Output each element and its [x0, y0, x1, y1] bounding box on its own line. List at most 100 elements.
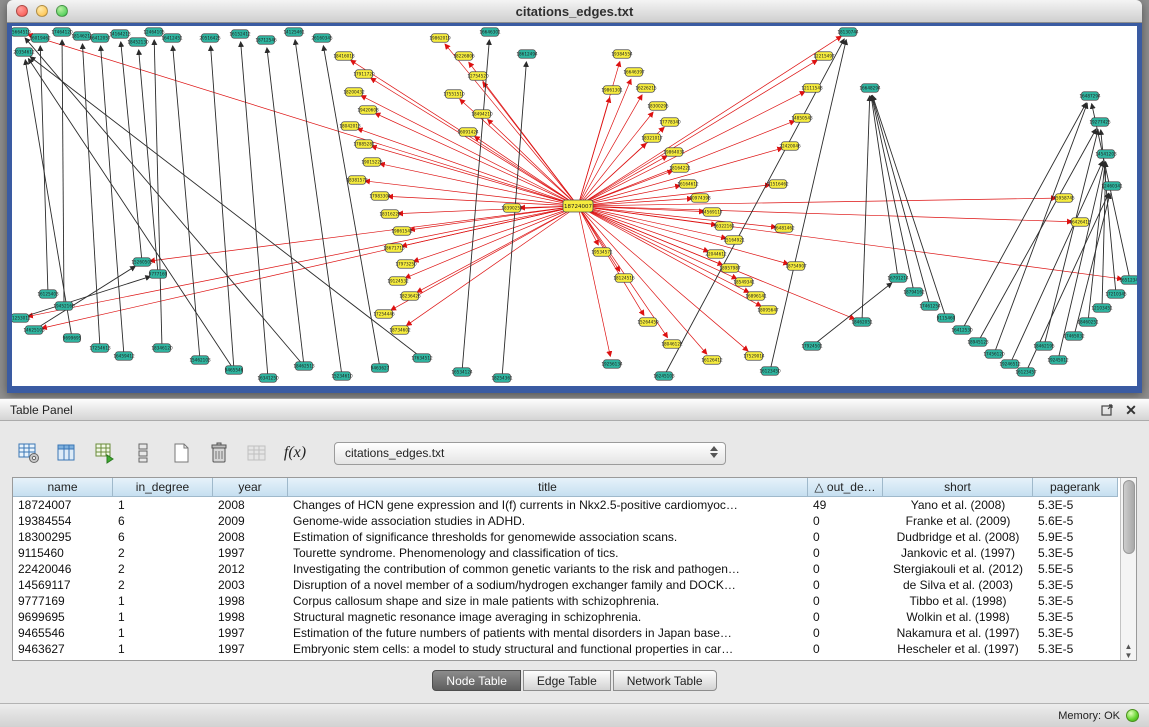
graph-node[interactable]: 16646397: [623, 68, 645, 77]
graph-node[interactable]: 14125461: [283, 28, 305, 37]
memory-status-icon[interactable]: [1126, 709, 1139, 722]
graph-node[interactable]: 14569117: [701, 208, 723, 217]
graph-node[interactable]: 14164213: [109, 30, 131, 39]
graph-node[interactable]: 18462513: [293, 362, 315, 371]
graph-node[interactable]: 19861301: [601, 86, 623, 95]
graph-node[interactable]: 18321017: [641, 134, 663, 143]
graph-node[interactable]: 20516425: [199, 34, 221, 43]
graph-edge[interactable]: [1044, 130, 1098, 346]
graph-node[interactable]: 9777169: [149, 270, 168, 279]
graph-node[interactable]: 16245103: [653, 372, 675, 381]
graph-node[interactable]: 18671713: [383, 244, 405, 253]
graph-node[interactable]: 19861542: [391, 227, 413, 236]
graph-node[interactable]: 14850543: [791, 114, 813, 123]
graph-edge[interactable]: [62, 40, 64, 306]
graph-node[interactable]: 18754907: [785, 262, 807, 271]
graph-node[interactable]: 12460341: [1101, 182, 1123, 191]
tab-network-table[interactable]: Network Table: [613, 670, 717, 691]
network-view[interactable]: 1872400718416018179117201820043219420608…: [12, 26, 1137, 386]
graph-edge[interactable]: [417, 206, 578, 292]
zoom-window-button[interactable]: [56, 5, 68, 17]
graph-node[interactable]: 18226806: [453, 52, 475, 61]
graph-edge[interactable]: [483, 82, 578, 206]
graph-edge[interactable]: [978, 129, 1096, 342]
graph-node[interactable]: 18346120: [151, 344, 173, 353]
graph-node[interactable]: 12215497: [813, 52, 835, 61]
graph-node[interactable]: 11253011: [12, 314, 31, 323]
graph-node[interactable]: 19124532: [387, 277, 409, 286]
column-header-out_de[interactable]: △ out_de…: [808, 478, 883, 497]
graph-node[interactable]: 17464120: [51, 28, 73, 37]
graph-edge[interactable]: [407, 206, 578, 325]
graph-node[interactable]: 16164612: [677, 180, 699, 189]
graph-node[interactable]: 14541203: [1095, 150, 1117, 159]
graph-node[interactable]: 18042013: [339, 122, 361, 131]
graph-node[interactable]: 16791214: [887, 274, 909, 283]
graph-node[interactable]: 16341250: [257, 374, 279, 383]
graph-node[interactable]: 12111548: [801, 84, 823, 93]
scrollbar-arrows-icon[interactable]: ▲▼: [1121, 642, 1136, 660]
graph-node[interactable]: 19862019: [429, 34, 451, 43]
graph-node[interactable]: 19420608: [357, 106, 379, 115]
graph-node[interactable]: 16481462: [773, 224, 795, 233]
table-row[interactable]: 911546021997Tourette syndrome. Phenomeno…: [13, 545, 1120, 561]
graph-edge[interactable]: [812, 283, 892, 346]
graph-node[interactable]: 16322161: [713, 222, 735, 231]
graph-node[interactable]: 11516462: [767, 180, 789, 189]
graph-node[interactable]: 18095647: [757, 306, 779, 315]
table-row[interactable]: 977716911998Corpus callosum shape and si…: [13, 593, 1120, 609]
graph-node[interactable]: 18124516: [613, 274, 635, 283]
graph-node[interactable]: 16123457: [1015, 368, 1037, 377]
graph-node[interactable]: 16123450: [759, 367, 781, 376]
graph-edge[interactable]: [1010, 161, 1103, 364]
table-row[interactable]: 946554611997Estimation of the future num…: [13, 625, 1120, 641]
graph-node[interactable]: 19277425: [1089, 118, 1111, 127]
graph-node[interactable]: 19245012: [1047, 356, 1069, 365]
graph-node[interactable]: 16091424: [457, 128, 479, 137]
graph-edge[interactable]: [241, 42, 268, 378]
table-row[interactable]: 2242004622012Investigating the contribut…: [13, 561, 1120, 577]
graph-node[interactable]: 16648294: [859, 84, 881, 93]
graph-edge[interactable]: [25, 38, 304, 366]
graph-node[interactable]: 16487294: [1079, 92, 1101, 101]
graph-node[interactable]: 18164221: [669, 164, 691, 173]
graph-node[interactable]: 14625103: [23, 326, 45, 335]
graph-node[interactable]: 17456120: [983, 350, 1005, 359]
graph-node[interactable]: 18452130: [127, 38, 149, 47]
graph-node[interactable]: 18794162: [903, 288, 925, 297]
graph-edge[interactable]: [578, 156, 667, 206]
graph-node[interactable]: 17924501: [801, 342, 823, 351]
graph-node[interactable]: 15234610: [331, 372, 353, 381]
graph-node[interactable]: 22420046: [779, 142, 801, 151]
graph-edge[interactable]: [101, 46, 124, 356]
graph-edge[interactable]: [462, 40, 489, 372]
graph-edge[interactable]: [871, 96, 898, 278]
graph-node[interactable]: 18236426: [399, 292, 421, 301]
graph-edge[interactable]: [211, 46, 234, 370]
column-header-in_degree[interactable]: in_degree: [113, 478, 213, 497]
graph-edge[interactable]: [872, 96, 914, 292]
graph-node[interactable]: 16512340: [1119, 276, 1137, 285]
graph-node[interactable]: 17634512: [411, 354, 433, 363]
graph-node[interactable]: 17461254: [919, 302, 941, 311]
graph-node-hub[interactable]: 18724007: [563, 200, 593, 212]
column-header-name[interactable]: name: [13, 478, 113, 497]
table-row[interactable]: 1456911722003Disruption of a novel membe…: [13, 577, 1120, 593]
graph-node[interactable]: 18381573: [346, 176, 368, 185]
function-builder-icon[interactable]: f(x): [282, 440, 308, 466]
tab-edge-table[interactable]: Edge Table: [523, 670, 611, 691]
graph-edge[interactable]: [82, 44, 100, 348]
graph-edge[interactable]: [578, 198, 1056, 206]
graph-node[interactable]: 16896141: [745, 292, 767, 301]
graph-node[interactable]: 17254446: [373, 310, 395, 319]
close-panel-icon[interactable]: ✕: [1123, 402, 1139, 418]
graph-node[interactable]: 9463627: [371, 364, 390, 373]
graph-edge[interactable]: [962, 103, 1086, 330]
graph-node[interactable]: 15958745: [1053, 194, 1075, 203]
graph-node[interactable]: 12754520: [467, 72, 489, 81]
graph-node[interactable]: 10974398: [689, 194, 711, 203]
graph-edge[interactable]: [862, 96, 870, 322]
graph-node[interactable]: 17210345: [1105, 290, 1127, 299]
column-header-pagerank[interactable]: pagerank: [1033, 478, 1118, 497]
graph-edge[interactable]: [578, 79, 631, 206]
